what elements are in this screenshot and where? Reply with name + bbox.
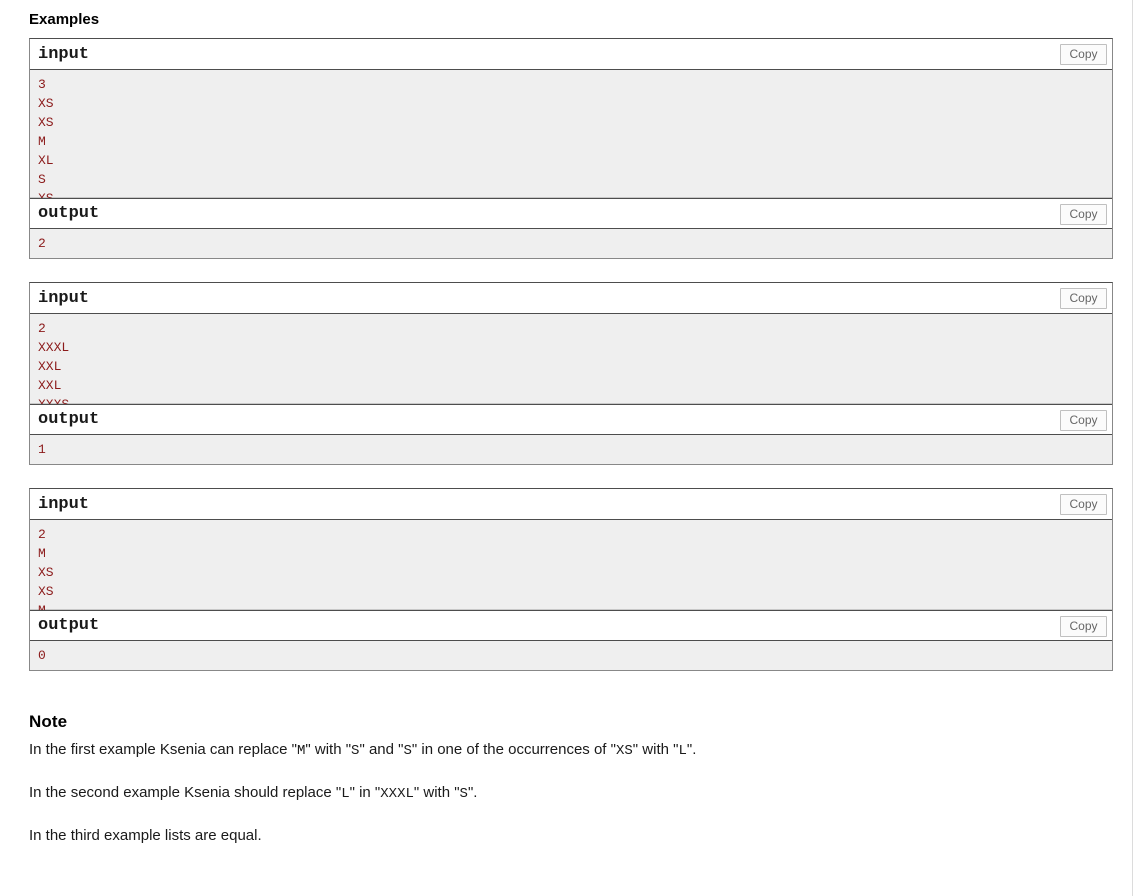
note-text-run: " in one of the occurrences of " <box>411 741 616 758</box>
copy-input-button-2[interactable]: Copy <box>1060 288 1107 309</box>
output-data-3: 0 <box>38 648 46 663</box>
note-text-run: " with " <box>632 741 679 758</box>
note-code-token: XXXL <box>380 786 414 802</box>
input-label: input <box>38 44 90 64</box>
output-content-2: 1 <box>30 435 1112 464</box>
output-data-1: 2 <box>38 236 46 251</box>
note-code-token: S <box>403 743 412 759</box>
sample-tests-container: input Copy 3 XS XS M XL S XS output Copy… <box>29 38 1113 671</box>
note-text-run: In the second example Ksenia should repl… <box>29 784 342 801</box>
copy-input-button-1[interactable]: Copy <box>1060 44 1107 65</box>
note-paragraph: In the third example lists are equal. <box>29 826 1113 845</box>
problem-statement-page: Examples input Copy 3 XS XS M XL S XS ou… <box>0 0 1139 896</box>
note-text-run: In the first example Ksenia can replace … <box>29 741 297 758</box>
output-label: output <box>38 616 100 635</box>
note-text-run: " in " <box>349 784 381 801</box>
output-label: output <box>38 204 100 223</box>
copy-output-button-1[interactable]: Copy <box>1060 204 1107 225</box>
note-paragraph: In the first example Ksenia can replace … <box>29 740 1113 783</box>
output-label: output <box>38 410 100 429</box>
note-code-token: L <box>678 743 687 759</box>
input-header-2: input Copy <box>30 283 1112 314</box>
output-data-2: 1 <box>38 442 46 457</box>
sample-test-1: input Copy 3 XS XS M XL S XS output Copy… <box>29 38 1113 259</box>
note-paragraph: In the second example Ksenia should repl… <box>29 783 1113 826</box>
output-header-1: output Copy <box>30 198 1112 229</box>
note-text-run: " with " <box>305 741 352 758</box>
note-code-token: S <box>459 786 468 802</box>
note-text-run: " and " <box>359 741 404 758</box>
page-scrollbar-track[interactable] <box>1132 0 1133 896</box>
output-content-1: 2 <box>30 229 1112 258</box>
note-text-run: ". <box>686 741 697 758</box>
copy-output-button-3[interactable]: Copy <box>1060 616 1107 637</box>
copy-output-button-2[interactable]: Copy <box>1060 410 1107 431</box>
input-data-3: 2 M XS XS M <box>38 527 54 618</box>
note-body: In the first example Ksenia can replace … <box>29 740 1113 845</box>
note-code-token: L <box>341 786 350 802</box>
input-data-2: 2 XXXL XXL XXL XXXS <box>38 321 70 412</box>
sample-test-3: input Copy 2 M XS XS M output Copy 0 <box>29 488 1113 671</box>
input-label: input <box>38 288 90 308</box>
input-content-2: 2 XXXL XXL XXL XXXS <box>30 314 1112 412</box>
input-label: input <box>38 494 90 514</box>
note-text-run: In the third example lists are equal. <box>29 827 262 844</box>
input-content-1: 3 XS XS M XL S XS <box>30 70 1112 206</box>
copy-input-button-3[interactable]: Copy <box>1060 494 1107 515</box>
examples-heading: Examples <box>29 11 100 28</box>
note-text-run: ". <box>467 784 478 801</box>
input-content-3: 2 M XS XS M <box>30 520 1112 618</box>
input-header-1: input Copy <box>30 39 1112 70</box>
note-code-token: XS <box>615 743 633 759</box>
sample-test-2: input Copy 2 XXXL XXL XXL XXXS output Co… <box>29 282 1113 465</box>
input-header-3: input Copy <box>30 489 1112 520</box>
output-content-3: 0 <box>30 641 1112 670</box>
output-header-3: output Copy <box>30 610 1112 641</box>
input-data-1: 3 XS XS M XL S XS <box>38 77 54 206</box>
note-text-run: " with " <box>413 784 460 801</box>
output-header-2: output Copy <box>30 404 1112 435</box>
note-heading: Note <box>29 712 68 731</box>
content-column: Examples input Copy 3 XS XS M XL S XS ou… <box>29 0 1113 845</box>
